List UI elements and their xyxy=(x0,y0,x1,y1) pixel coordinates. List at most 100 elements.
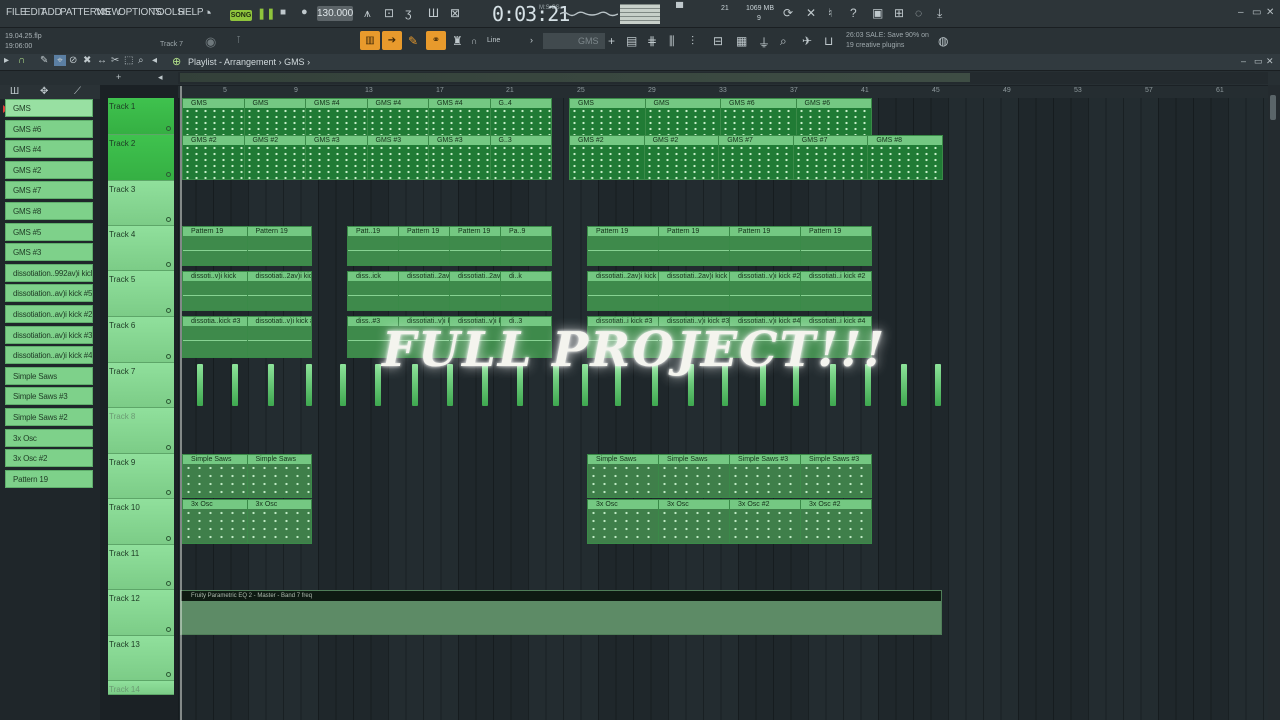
menu-help[interactable]: HELP xyxy=(178,7,204,18)
picker-item[interactable]: Simple Saws #2 xyxy=(5,408,93,426)
stamp-icon[interactable]: ♜ xyxy=(452,34,463,48)
picker-item[interactable]: dissotiation..av)i kick #2 xyxy=(5,305,93,323)
vertical-scroll-thumb[interactable] xyxy=(1270,95,1276,120)
pattern-selector[interactable]: GMS xyxy=(543,33,605,49)
link-icon[interactable]: ⚭ xyxy=(426,31,446,50)
restore-icon[interactable]: ▭ xyxy=(1252,7,1261,18)
automation-clip[interactable]: Fruity Parametric EQ 2 - Master - Band 7… xyxy=(180,590,942,635)
playlist-clip[interactable]: GMS xyxy=(243,98,306,136)
magnet-icon[interactable]: ∩ xyxy=(471,36,477,46)
bar-number[interactable]: 41 xyxy=(861,87,869,94)
main-volume-knob-icon[interactable]: ◉ xyxy=(205,34,216,50)
bar-number[interactable]: 49 xyxy=(1003,87,1011,94)
pencil-tool-icon[interactable]: ✎ xyxy=(40,55,48,66)
track-mute-led[interactable] xyxy=(166,490,171,495)
track-mute-led[interactable] xyxy=(166,262,171,267)
track-mute-led[interactable] xyxy=(166,354,171,359)
track-header[interactable]: Track 8 xyxy=(108,408,174,454)
track7-clip[interactable] xyxy=(232,364,238,406)
playlist-clip[interactable]: Pattern 19 xyxy=(729,226,801,266)
touch-keyboard-icon[interactable]: ⌕ xyxy=(780,34,787,49)
track-mute-led[interactable] xyxy=(166,172,171,177)
playlist-clip[interactable]: 3x Osc xyxy=(182,499,248,544)
playlist-clip[interactable]: 3x Osc xyxy=(658,499,730,544)
playlist-minimize-icon[interactable]: ‒ xyxy=(1241,56,1246,66)
add-track-icon[interactable]: + xyxy=(116,72,121,82)
zoom-tool-icon[interactable]: ⌕ xyxy=(138,55,144,66)
playlist-clip[interactable]: dissotiati..v)i kick #3 xyxy=(246,316,312,358)
track-header[interactable]: Track 12 xyxy=(108,590,174,636)
pitch-icon[interactable]: ⩚ xyxy=(364,6,371,21)
playlist-clip[interactable]: GMS xyxy=(644,98,721,136)
vertical-scrollbar[interactable] xyxy=(1268,85,1280,720)
playlist-clip[interactable]: GMS #4 xyxy=(428,98,491,136)
playlist-clip[interactable]: GMS #3 xyxy=(366,135,429,180)
tools-icon[interactable]: ✕ xyxy=(806,6,816,20)
track-mute-led[interactable] xyxy=(166,217,171,222)
delete-tool-icon[interactable]: ✖ xyxy=(83,55,91,66)
playlist-close-icon[interactable]: ✕ xyxy=(1266,56,1274,67)
playlist-clip[interactable]: dissoti..v)i kick xyxy=(182,271,248,311)
blend-notes-icon[interactable]: Ш xyxy=(428,6,439,20)
playlist-menu-icon[interactable]: ▸ xyxy=(4,55,9,66)
playlist-clip[interactable]: GMS #6 xyxy=(795,98,872,136)
main-pitch-icon[interactable]: ⊺ xyxy=(236,35,241,46)
help-icon[interactable]: ? xyxy=(850,6,857,20)
track-mute-led[interactable] xyxy=(166,536,171,541)
slice-tool-icon[interactable]: ✂ xyxy=(111,55,119,66)
mute-tool-icon[interactable]: ⊘ xyxy=(69,55,77,66)
scroll-left-icon[interactable]: ◂ xyxy=(158,72,163,83)
picker-audio-icon[interactable]: ✥ xyxy=(40,86,48,97)
track-mute-led[interactable] xyxy=(166,399,171,404)
track-mute-led[interactable] xyxy=(166,627,171,632)
picker-patterns-icon[interactable]: Ш xyxy=(10,86,19,97)
snap-selector[interactable]: Line xyxy=(487,37,500,44)
picker-item[interactable]: GMS #6 xyxy=(5,119,93,138)
playlist-clip[interactable]: di..k xyxy=(500,271,552,311)
track-header[interactable]: Track 6 xyxy=(108,317,174,363)
picker-item[interactable]: dissotiation..av)i kick #5 xyxy=(5,284,93,303)
track-header[interactable]: Track 3 xyxy=(108,181,174,226)
playlist-clip[interactable]: GMS #2 xyxy=(243,135,306,180)
playlist-clip[interactable]: dissotiati..2av)i kick xyxy=(587,271,659,311)
playlist-clip[interactable]: Simple Saws xyxy=(246,454,312,498)
playback-tool-icon[interactable]: ◂ xyxy=(152,55,157,66)
playlist-maximize-icon[interactable]: ▭ xyxy=(1254,56,1263,67)
picker-item[interactable]: Simple Saws xyxy=(5,366,93,385)
download-icon[interactable]: ⤓ xyxy=(937,6,942,21)
picker-item[interactable]: GMS #4 xyxy=(5,140,93,159)
bar-number[interactable]: 9 xyxy=(294,87,298,94)
track-header[interactable]: Track 2 xyxy=(108,135,174,181)
track7-clip[interactable] xyxy=(306,364,312,406)
mixer-icon[interactable]: ⫼ xyxy=(669,34,675,49)
track-mute-led[interactable] xyxy=(166,672,171,677)
loop-record-icon[interactable]: ⊡ xyxy=(384,6,394,20)
picker-item[interactable]: GMS xyxy=(5,99,93,117)
picker-item[interactable]: GMS #5 xyxy=(5,222,93,241)
track-mute-led[interactable] xyxy=(166,445,171,450)
picker-item[interactable]: 3x Osc #2 xyxy=(5,449,93,468)
playlist-clip[interactable]: Simple Saws xyxy=(587,454,659,498)
playlist-clip[interactable]: Pa..9 xyxy=(500,226,552,266)
bar-number[interactable]: 5 xyxy=(223,87,227,94)
overview-thumb[interactable] xyxy=(180,73,970,82)
playlist-clip[interactable]: GMS xyxy=(569,98,646,136)
playhead[interactable] xyxy=(180,86,182,720)
playlist-clip[interactable]: Pattern 19 xyxy=(182,226,248,266)
track-header[interactable]: Track 4 xyxy=(108,226,174,271)
playlist-clip[interactable]: Pattern 19 xyxy=(246,226,312,266)
add-pattern-icon[interactable]: + xyxy=(608,34,615,48)
track-header[interactable]: Track 13 xyxy=(108,636,174,681)
playlist-clip[interactable]: G..3 xyxy=(489,135,552,180)
playlist-clip[interactable]: dissotiati..2av)i kick xyxy=(449,271,501,311)
playlist-clip[interactable]: 3x Osc #2 xyxy=(729,499,801,544)
pause-icon[interactable]: ❚❚ xyxy=(257,7,275,20)
picker-item[interactable]: Simple Saws #3 xyxy=(5,387,93,406)
playlist-clip[interactable]: GMS #4 xyxy=(366,98,429,136)
track7-clip[interactable] xyxy=(375,364,381,406)
piano-roll-view-icon[interactable]: ⫶ xyxy=(691,34,694,49)
playlist-clip[interactable]: 3x Osc #2 xyxy=(800,499,872,544)
picker-item[interactable]: dissotiation..992av)i kick xyxy=(5,263,93,282)
news-settings-icon[interactable]: ◍ xyxy=(938,34,948,48)
playlist-clip[interactable]: dissotiati..2av)i kick xyxy=(658,271,730,311)
